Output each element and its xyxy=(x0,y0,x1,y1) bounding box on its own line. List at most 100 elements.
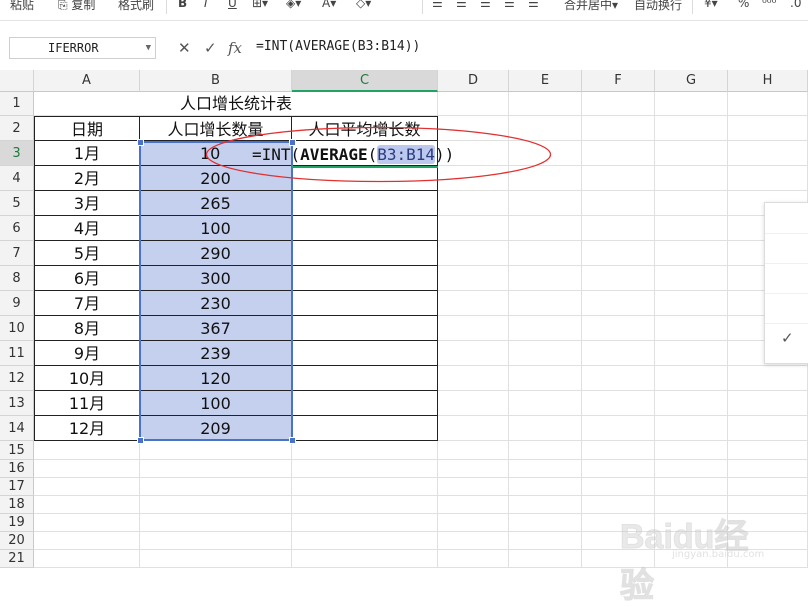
in-cell-formula[interactable]: =INT(AVERAGE(B3:B14)) xyxy=(252,145,454,164)
cell-c13[interactable] xyxy=(292,391,438,416)
cell-f14[interactable] xyxy=(582,416,655,441)
cell-d11[interactable] xyxy=(438,341,509,366)
cell-e1[interactable] xyxy=(509,92,582,116)
cell-b15[interactable] xyxy=(140,441,292,460)
cell-c16[interactable] xyxy=(292,460,438,478)
cell-a15[interactable] xyxy=(34,441,140,460)
row-header-21[interactable]: 21 xyxy=(0,550,34,568)
cell-a9[interactable]: 7月 xyxy=(34,291,140,316)
cell-e17[interactable] xyxy=(509,478,582,496)
cell-a11[interactable]: 9月 xyxy=(34,341,140,366)
column-header-d[interactable]: D xyxy=(438,70,509,92)
cell-c6[interactable] xyxy=(292,216,438,241)
cell-h1[interactable] xyxy=(728,92,808,116)
column-header-e[interactable]: E xyxy=(509,70,582,92)
cell-b21[interactable] xyxy=(140,550,292,568)
selection-handle[interactable] xyxy=(137,437,144,444)
cell-f16[interactable] xyxy=(582,460,655,478)
column-header-b[interactable]: B xyxy=(140,70,292,92)
popup-item[interactable] xyxy=(765,263,808,294)
cell-f7[interactable] xyxy=(582,241,655,266)
cell-c8[interactable] xyxy=(292,266,438,291)
cell-a8[interactable]: 6月 xyxy=(34,266,140,291)
cell-d5[interactable] xyxy=(438,191,509,216)
cell-d15[interactable] xyxy=(438,441,509,460)
row-header-6[interactable]: 6 xyxy=(0,216,34,241)
cell-g2[interactable] xyxy=(655,116,728,141)
cell-e7[interactable] xyxy=(509,241,582,266)
cell-b14[interactable]: 209 xyxy=(140,416,292,441)
cell-h4[interactable] xyxy=(728,166,808,191)
cell-b4[interactable]: 200 xyxy=(140,166,292,191)
cell-a5[interactable]: 3月 xyxy=(34,191,140,216)
cell-e15[interactable] xyxy=(509,441,582,460)
cell-f4[interactable] xyxy=(582,166,655,191)
row-header-20[interactable]: 20 xyxy=(0,532,34,550)
cell-c4[interactable] xyxy=(292,166,438,191)
cell-g5[interactable] xyxy=(655,191,728,216)
cell-a19[interactable] xyxy=(34,514,140,532)
row-header-10[interactable]: 10 xyxy=(0,316,34,341)
row-header-15[interactable]: 15 xyxy=(0,441,34,460)
cell-c20[interactable] xyxy=(292,532,438,550)
cell-d9[interactable] xyxy=(438,291,509,316)
cell-b2[interactable]: 人口增长数量 xyxy=(140,116,292,141)
row-header-19[interactable]: 19 xyxy=(0,514,34,532)
cell-e13[interactable] xyxy=(509,391,582,416)
cell-h15[interactable] xyxy=(728,441,808,460)
cell-b1[interactable] xyxy=(140,92,292,116)
cell-e11[interactable] xyxy=(509,341,582,366)
cell-d10[interactable] xyxy=(438,316,509,341)
cell-b12[interactable]: 120 xyxy=(140,366,292,391)
column-header-c[interactable]: C xyxy=(292,70,438,92)
cell-a18[interactable] xyxy=(34,496,140,514)
cell-e9[interactable] xyxy=(509,291,582,316)
cell-h16[interactable] xyxy=(728,460,808,478)
cell-d4[interactable] xyxy=(438,166,509,191)
cell-e3[interactable] xyxy=(509,141,582,166)
cell-c7[interactable] xyxy=(292,241,438,266)
row-header-5[interactable]: 5 xyxy=(0,191,34,216)
cell-f5[interactable] xyxy=(582,191,655,216)
cell-c11[interactable] xyxy=(292,341,438,366)
cell-b19[interactable] xyxy=(140,514,292,532)
cell-g4[interactable] xyxy=(655,166,728,191)
cell-c12[interactable] xyxy=(292,366,438,391)
cell-b20[interactable] xyxy=(140,532,292,550)
row-header-11[interactable]: 11 xyxy=(0,341,34,366)
row-header-9[interactable]: 9 xyxy=(0,291,34,316)
column-header-g[interactable]: G xyxy=(655,70,728,92)
cell-f15[interactable] xyxy=(582,441,655,460)
cell-b9[interactable]: 230 xyxy=(140,291,292,316)
cell-e12[interactable] xyxy=(509,366,582,391)
cell-d19[interactable] xyxy=(438,514,509,532)
selection-handle[interactable] xyxy=(289,437,296,444)
cell-d18[interactable] xyxy=(438,496,509,514)
cell-h2[interactable] xyxy=(728,116,808,141)
cell-d8[interactable] xyxy=(438,266,509,291)
cell-c10[interactable] xyxy=(292,316,438,341)
cell-b11[interactable]: 239 xyxy=(140,341,292,366)
cell-c1[interactable] xyxy=(292,92,438,116)
cell-c14[interactable] xyxy=(292,416,438,441)
cell-e8[interactable] xyxy=(509,266,582,291)
cell-g9[interactable] xyxy=(655,291,728,316)
cell-e21[interactable] xyxy=(509,550,582,568)
cell-c5[interactable] xyxy=(292,191,438,216)
cell-f10[interactable] xyxy=(582,316,655,341)
cell-g7[interactable] xyxy=(655,241,728,266)
cell-b8[interactable]: 300 xyxy=(140,266,292,291)
cell-e6[interactable] xyxy=(509,216,582,241)
cell-d7[interactable] xyxy=(438,241,509,266)
cell-d12[interactable] xyxy=(438,366,509,391)
cell-f12[interactable] xyxy=(582,366,655,391)
column-header-f[interactable]: F xyxy=(582,70,655,92)
cell-c18[interactable] xyxy=(292,496,438,514)
selection-handle[interactable] xyxy=(137,139,144,146)
cell-g1[interactable] xyxy=(655,92,728,116)
cell-h12[interactable] xyxy=(728,366,808,391)
cell-a21[interactable] xyxy=(34,550,140,568)
cell-e18[interactable] xyxy=(509,496,582,514)
cell-b13[interactable]: 100 xyxy=(140,391,292,416)
column-header-a[interactable]: A xyxy=(34,70,140,92)
